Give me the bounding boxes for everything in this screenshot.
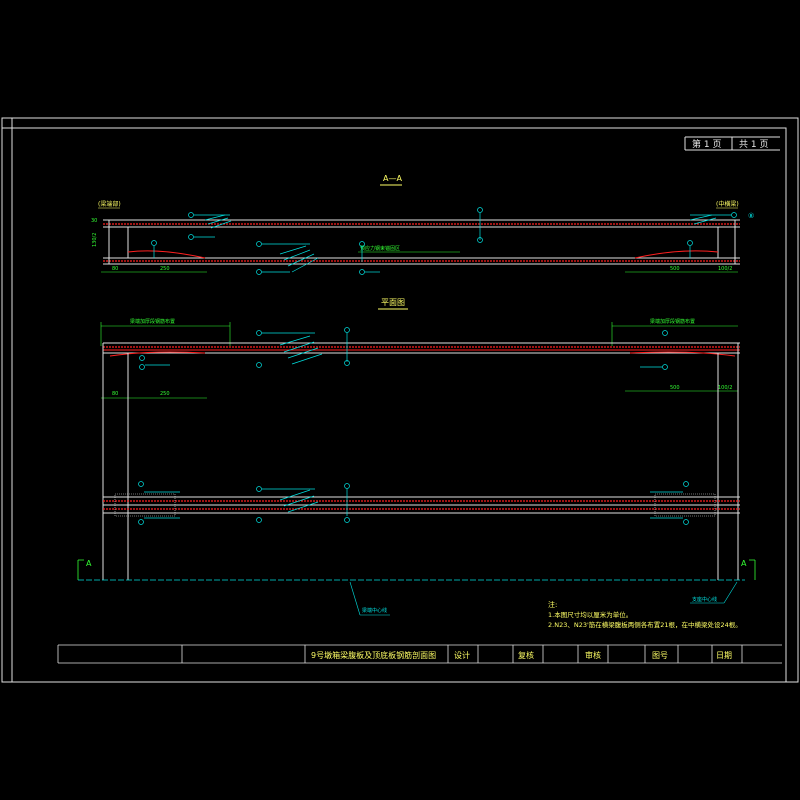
section-callout-label: 预应力钢束锚固区 — [360, 245, 400, 252]
page-number: 第 1 页 — [692, 138, 721, 150]
section-dim-right-a: 500 — [670, 266, 680, 272]
corner-mark — [1, 117, 13, 129]
section-cut-left: A — [86, 559, 92, 568]
drawing-title: 9号墩箱梁腹板及顶底板钢筋剖面图 — [311, 650, 436, 660]
section-dim-height: 130/2 — [92, 233, 98, 247]
plan-dim-right-b: 100/2 — [718, 385, 732, 391]
section-title: A—A — [383, 174, 402, 183]
sheet-number-box: 第 1 页 共 1 页 — [684, 136, 780, 151]
plan-dim-left-a: 80 — [112, 391, 118, 397]
bottom-right-label: 支座中心线 — [692, 596, 717, 603]
section-left-tag: (梁端部) — [98, 200, 121, 208]
plan-title: 平面图 — [381, 298, 405, 307]
plan-rebar-callouts — [138, 327, 689, 525]
plan-view: 平面图 梁端加厚段钢筋布置 梁端加厚段钢筋布置 80 250 500 100/2 — [100, 298, 740, 580]
title-date: 日期 — [716, 651, 732, 660]
section-top-marker: ⑧ — [748, 212, 754, 220]
plan-right-span-label: 梁端加厚段钢筋布置 — [650, 318, 695, 325]
notes: 注: 1.本图尺寸均以厘米为单位。 2.N23、N23'筋在横梁腹板两侧各布置2… — [548, 600, 742, 629]
plan-dim-right-a: 500 — [670, 385, 680, 391]
title-design: 设计 — [454, 650, 470, 660]
section-dim-right-b: 100/2 — [718, 266, 732, 272]
outer-frame — [1, 117, 799, 683]
section-view: A—A (梁端部) (中横梁) 30 130/2 80 250 500 100/… — [91, 174, 754, 275]
section-dim-left-b: 250 — [160, 266, 170, 272]
notes-line-1: 1.本图尺寸均以厘米为单位。 — [548, 610, 632, 619]
page-total: 共 1 页 — [739, 139, 768, 150]
section-dim-top: 30 — [91, 218, 97, 224]
bottom-left-label: 梁端中心线 — [362, 607, 387, 614]
plan-dim-left-b: 250 — [160, 391, 170, 397]
section-dim-left-a: 80 — [112, 266, 118, 272]
title-drawing-no: 图号 — [652, 651, 668, 660]
title-review: 复核 — [518, 650, 534, 660]
section-right-tag: (中横梁) — [716, 200, 739, 208]
section-cut-markers: A A 梁端中心线 支座中心线 — [77, 559, 756, 616]
notes-line-2: 2.N23、N23'筋在横梁腹板两侧各布置21根，在中横梁处设24根。 — [548, 620, 742, 629]
notes-heading: 注: — [548, 600, 557, 609]
section-cut-right: A — [741, 559, 747, 568]
cad-drawing: 第 1 页 共 1 页 A—A (梁端部) (中横梁) 30 130/2 80 … — [1, 117, 799, 683]
plan-left-span-label: 梁端加厚段钢筋布置 — [130, 318, 175, 325]
title-approve: 审核 — [585, 650, 601, 660]
